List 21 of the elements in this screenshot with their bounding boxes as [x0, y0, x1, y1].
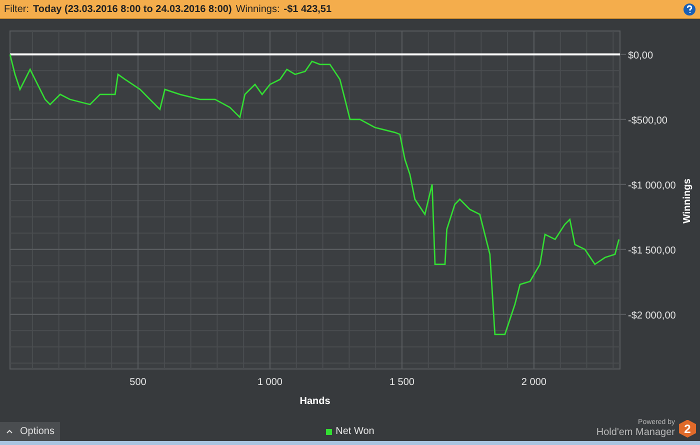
caret-icon [6, 429, 13, 434]
winnings-value: -$1 423,51 [284, 4, 332, 14]
y-tick-label: $0,00 [628, 50, 654, 62]
brand-badge: 2 [679, 420, 696, 438]
filter-value: Today (23.03.2016 8:00 to 24.03.2016 8:00) [33, 4, 232, 14]
x-tick-label: 1 500 [389, 377, 414, 388]
y-axis-title: Winnings [682, 178, 693, 224]
y-tick-label: -$500,00 [628, 115, 668, 126]
brand-name: Hold'em Manager [596, 427, 675, 438]
filter-label: Filter: [4, 4, 29, 14]
y-tick-label: -$1 000,00 [628, 180, 676, 192]
x-axis-title: Hands [300, 396, 330, 407]
x-tick-label: 1 000 [257, 377, 282, 388]
x-tick-label: 500 [130, 377, 146, 388]
help-icon[interactable] [683, 2, 696, 16]
y-tick-label: -$2 000,00 [628, 310, 676, 322]
legend-label: Net Won [336, 426, 374, 437]
winnings-label: Winnings: [236, 4, 280, 14]
options-button[interactable]: Options [0, 422, 60, 441]
y-tick-label: -$1 500,00 [628, 245, 676, 256]
x-tick-label: 2 000 [521, 377, 546, 388]
